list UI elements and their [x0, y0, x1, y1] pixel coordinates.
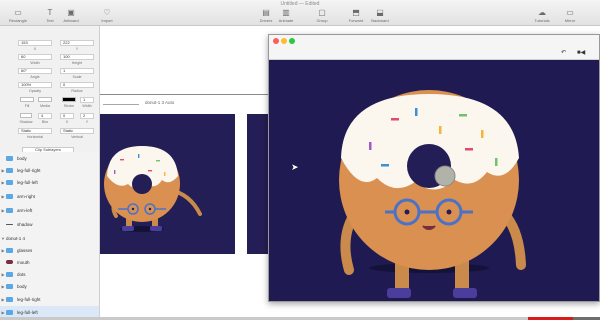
media-label: Media [40, 104, 50, 108]
backward-icon: ⬓ [376, 8, 384, 17]
y-label: Y [75, 47, 79, 51]
radius-label: Radius [71, 89, 83, 93]
folder-icon [6, 155, 13, 161]
undo-icon[interactable]: ↶ [561, 49, 566, 56]
stroke-label: Stroke [63, 104, 75, 108]
media-swatch[interactable] [38, 97, 52, 102]
layer-row[interactable]: mouth [0, 256, 99, 268]
donut-illustration-small [104, 146, 202, 232]
angle-label: Angle [30, 75, 40, 79]
toolbar: Untitled — Edited ▭ Rectangle T Text ▣ A… [0, 0, 600, 26]
scale-label: Scale [72, 75, 82, 79]
folder-icon [6, 296, 13, 302]
horizontal-select[interactable]: Static [18, 128, 52, 134]
preview-window: ↶ ■◀ [268, 34, 600, 302]
inspector-panel: 153 222 X Y 60 100 Width Height 60° 1 An… [0, 26, 100, 153]
artboard-partial[interactable] [247, 114, 270, 254]
layer-row[interactable]: ▶ body [0, 280, 99, 292]
mouse-cursor-icon: ➤ [291, 162, 299, 172]
minimize-icon[interactable] [281, 38, 287, 44]
folder-icon [6, 207, 13, 213]
layer-row[interactable]: ▶ leg-full-left [0, 176, 99, 188]
vertical-select[interactable]: Static [60, 128, 94, 134]
connection-label: donut-1 3 Auto [145, 100, 175, 105]
width-label: Width [30, 61, 40, 65]
line-shape-icon [6, 223, 13, 225]
height-label: Height [71, 61, 83, 65]
mirror-button[interactable]: ▭ Mirror [554, 8, 586, 23]
donut-illustration-large [339, 90, 526, 298]
angle-field[interactable]: 60° [18, 68, 52, 74]
import-button[interactable]: ♡ Import [91, 8, 123, 23]
fill-swatch[interactable] [20, 97, 34, 102]
stroke-swatch[interactable] [62, 97, 76, 102]
layer-row[interactable]: body [0, 152, 99, 164]
shadow-x-field[interactable]: 0 [60, 113, 74, 119]
shadow-label: Shadow [19, 120, 33, 124]
zoom-icon[interactable] [289, 38, 295, 44]
folder-icon [6, 283, 13, 289]
height-field[interactable]: 100 [60, 54, 94, 60]
folder-icon [6, 179, 13, 185]
artboard-donut-3[interactable] [100, 114, 235, 254]
folder-icon [6, 271, 13, 277]
layers-panel: body ▶ leg-full-right ▶ leg-full-left ▶ … [0, 152, 100, 320]
artboard-icon: ▣ [67, 8, 75, 17]
horizontal-label: Horizontal [26, 135, 44, 139]
group-button[interactable]: ▢ Group [306, 8, 338, 23]
radius-field[interactable]: 0 [60, 82, 94, 88]
rectangle-tool-button[interactable]: ▭ Rectangle [2, 8, 34, 23]
layer-row[interactable]: ▶ leg-full-right [0, 293, 99, 305]
preview-toolbar: ↶ ■◀ [269, 35, 599, 60]
folder-icon [6, 193, 13, 199]
animate-icon: ▥ [282, 8, 290, 17]
x-label: X [33, 47, 37, 51]
connection-dash [103, 104, 139, 105]
stroke-width-label: Width [82, 104, 92, 108]
blur-field[interactable]: 4 [38, 113, 52, 119]
layer-row[interactable]: ▶ arm-left [0, 204, 99, 216]
shadow-x-label: X [65, 120, 69, 124]
camera-icon[interactable]: ■◀ [577, 49, 585, 56]
connection-line [100, 94, 270, 95]
layer-row[interactable]: ▶ glasses [0, 244, 99, 256]
x-field[interactable]: 153 [18, 40, 52, 46]
shadow-y-field[interactable]: 2 [80, 113, 94, 119]
folder-icon [6, 309, 13, 315]
folder-icon [6, 247, 13, 253]
app-window: Untitled — Edited ▭ Rectangle T Text ▣ A… [0, 0, 600, 320]
blur-label: Blur [41, 120, 49, 124]
vertical-label: Vertical [71, 135, 83, 139]
fill-label: Fill [24, 104, 30, 108]
shadow-y-label: Y [85, 120, 89, 124]
folder-icon [6, 167, 13, 173]
layer-row[interactable]: ▶ leg-full-right [0, 164, 99, 176]
layer-row[interactable]: ▶ dots [0, 268, 99, 280]
stroke-width-field[interactable]: 1 [80, 97, 94, 103]
layer-row[interactable]: shadow [0, 218, 99, 230]
opacity-label: Opacity [28, 89, 42, 93]
rectangle-icon: ▭ [14, 8, 22, 17]
scale-field[interactable]: 1 [60, 68, 94, 74]
mirror-icon: ▭ [566, 8, 574, 17]
layer-row[interactable]: ▶ arm-right [0, 190, 99, 202]
document-title: Untitled — Edited [280, 1, 320, 7]
mouth-shape-icon [6, 260, 13, 264]
opacity-field[interactable]: 100% [18, 82, 52, 88]
group-icon: ▢ [318, 8, 326, 17]
artboard-tool-button[interactable]: ▣ Artboard [55, 8, 87, 23]
import-icon: ♡ [103, 8, 111, 17]
close-icon[interactable] [273, 38, 279, 44]
shadow-color-swatch[interactable] [20, 113, 32, 118]
layer-group-row[interactable]: ▼ donut-1 4 [0, 232, 99, 244]
backward-button[interactable]: ⬓ Backward [364, 8, 396, 23]
width-field[interactable]: 60 [18, 54, 52, 60]
y-field[interactable]: 222 [60, 40, 94, 46]
animate-button[interactable]: ▥ Animate [270, 8, 302, 23]
